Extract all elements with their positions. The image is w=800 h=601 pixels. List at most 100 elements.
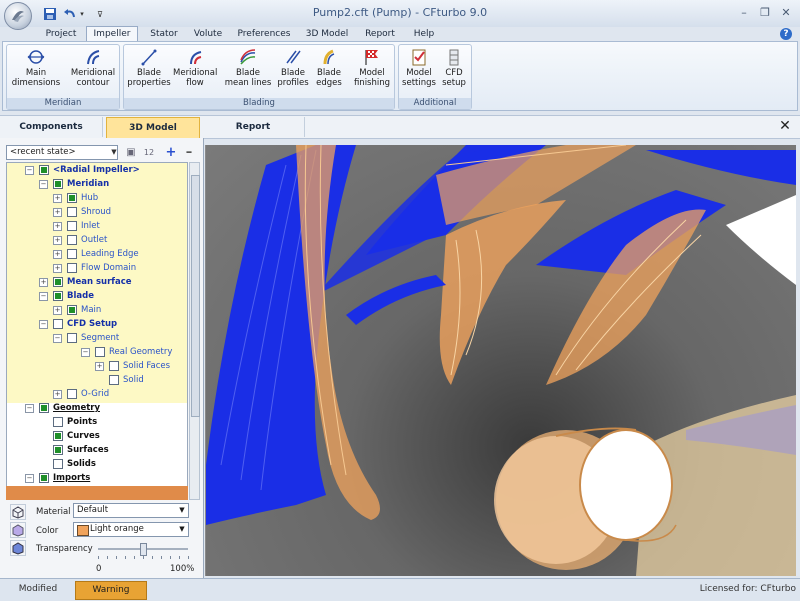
visibility-checkbox[interactable] — [53, 431, 63, 441]
tree-item[interactable]: + Solid Faces — [7, 359, 187, 373]
tree-item[interactable]: + Shroud — [7, 205, 187, 219]
tab-project[interactable]: Project — [40, 27, 82, 41]
visibility-checkbox[interactable] — [67, 221, 77, 231]
save-state-icon[interactable]: ▣ — [124, 146, 138, 160]
expand-icon[interactable]: + — [39, 278, 48, 287]
visibility-checkbox[interactable] — [53, 445, 63, 455]
tree-scrollbar[interactable] — [189, 162, 200, 500]
visibility-checkbox[interactable] — [53, 291, 63, 301]
tree-item[interactable]: − Real Geometry — [7, 345, 187, 359]
tree-item[interactable]: + Main — [7, 303, 187, 317]
visibility-checkbox[interactable] — [67, 263, 77, 273]
expand-icon[interactable]: + — [53, 264, 62, 273]
tree-item[interactable]: + Mean surface — [7, 275, 187, 289]
add-state-icon[interactable]: + — [164, 146, 178, 160]
tree-item[interactable]: Curves — [7, 429, 187, 443]
tree-item[interactable]: Solids — [7, 457, 187, 471]
tree-item[interactable]: + O-Grid — [7, 387, 187, 401]
wireframe-view-icon[interactable] — [10, 504, 26, 520]
tree-item[interactable]: + Leading Edge — [7, 247, 187, 261]
visibility-checkbox[interactable] — [39, 165, 49, 175]
visibility-checkbox[interactable] — [53, 459, 63, 469]
close-panel-icon[interactable]: ✕ — [778, 119, 792, 133]
collapse-icon[interactable]: − — [39, 292, 48, 301]
collapse-icon[interactable]: − — [39, 320, 48, 329]
visibility-checkbox[interactable] — [67, 305, 77, 315]
tree-item[interactable]: + Hub — [7, 191, 187, 205]
tab-report[interactable]: Report — [360, 27, 400, 41]
tree-scrollbar-thumb[interactable] — [191, 175, 200, 417]
tree-item[interactable]: − Segment — [7, 331, 187, 345]
restore-icon[interactable]: ❐ — [755, 4, 775, 20]
visibility-checkbox[interactable] — [67, 193, 77, 203]
tree-item[interactable]: − Imports — [7, 471, 187, 485]
blade-profiles-button[interactable]: Blade profiles — [274, 48, 312, 88]
tree-item[interactable]: + Flow Domain — [7, 261, 187, 275]
minimize-icon[interactable]: – — [734, 4, 754, 20]
chevron-down-icon[interactable]: ▼ — [110, 146, 118, 159]
tree-item[interactable]: Points — [7, 415, 187, 429]
visibility-checkbox[interactable] — [39, 403, 49, 413]
visibility-checkbox[interactable] — [53, 179, 63, 189]
recent-state-select[interactable]: <recent state> — [6, 145, 118, 160]
visibility-checkbox[interactable] — [67, 389, 77, 399]
tree-item[interactable]: + Outlet — [7, 233, 187, 247]
shaded-view-icon[interactable] — [10, 522, 26, 538]
visibility-checkbox[interactable] — [109, 361, 119, 371]
tab-preferences[interactable]: Preferences — [234, 27, 294, 41]
visibility-checkbox[interactable] — [53, 417, 63, 427]
panel-tab-components[interactable]: Components — [0, 117, 103, 137]
visibility-checkbox[interactable] — [67, 333, 77, 343]
cfd-setup-button[interactable]: CFD setup — [437, 48, 471, 88]
3d-viewport[interactable] — [205, 145, 796, 576]
model-finishing-button[interactable]: Model finishing — [352, 48, 392, 88]
visibility-checkbox[interactable] — [67, 235, 77, 245]
visibility-checkbox[interactable] — [95, 347, 105, 357]
panel-tab-report[interactable]: Report — [202, 117, 305, 137]
expand-icon[interactable]: + — [53, 194, 62, 203]
blade-mean-lines-button[interactable]: Blade mean lines — [224, 48, 272, 88]
collapse-icon[interactable]: − — [39, 180, 48, 189]
visibility-checkbox[interactable] — [53, 277, 63, 287]
collapse-icon[interactable]: − — [81, 348, 90, 357]
tab-help[interactable]: Help — [408, 27, 440, 41]
tab-3d-model[interactable]: 3D Model — [302, 27, 352, 41]
expand-icon[interactable]: + — [53, 208, 62, 217]
tree-item[interactable]: Solid — [7, 373, 187, 387]
tab-impeller[interactable]: Impeller — [86, 26, 138, 42]
status-warning[interactable]: Warning — [75, 581, 147, 600]
tree-item[interactable]: Surfaces — [7, 443, 187, 457]
visibility-checkbox[interactable] — [67, 207, 77, 217]
blade-edges-button[interactable]: Blade edges — [312, 48, 346, 88]
meridional-flow-button[interactable]: Meridional flow — [173, 48, 217, 88]
transparency-slider-thumb[interactable] — [140, 543, 147, 556]
panel-tab-3d-model[interactable]: 3D Model — [106, 117, 200, 139]
meridional-contour-button[interactable]: Meridional contour — [69, 48, 117, 88]
expand-icon[interactable]: + — [53, 250, 62, 259]
collapse-icon[interactable]: − — [25, 404, 34, 413]
tree-item[interactable]: − Blade — [7, 289, 187, 303]
collapse-icon[interactable]: − — [25, 474, 34, 483]
tree-item[interactable]: − Meridian — [7, 177, 187, 191]
collapse-icon[interactable]: − — [25, 166, 34, 175]
color-select[interactable]: Light orange ▼ — [73, 522, 189, 537]
remove-state-icon[interactable]: – — [182, 146, 196, 160]
tree-item[interactable]: + Inlet — [7, 219, 187, 233]
help-icon[interactable]: ? — [780, 28, 792, 40]
expand-icon[interactable]: + — [53, 236, 62, 245]
tree-item[interactable]: − CFD Setup — [7, 317, 187, 331]
model-settings-button[interactable]: Model settings — [401, 48, 437, 88]
material-select[interactable]: Default ▼ — [73, 503, 189, 518]
blade-properties-button[interactable]: Blade properties — [127, 48, 171, 88]
visibility-checkbox[interactable] — [39, 473, 49, 483]
expand-icon[interactable]: + — [53, 306, 62, 315]
visibility-checkbox[interactable] — [53, 319, 63, 329]
tab-volute[interactable]: Volute — [190, 27, 226, 41]
collapse-icon[interactable]: − — [53, 334, 62, 343]
tab-stator[interactable]: Stator — [142, 27, 186, 41]
visibility-checkbox[interactable] — [67, 249, 77, 259]
expand-icon[interactable]: + — [53, 222, 62, 231]
expand-icon[interactable]: + — [53, 390, 62, 399]
transparent-view-icon[interactable] — [10, 540, 26, 556]
main-dimensions-button[interactable]: Main dimensions — [10, 48, 62, 88]
